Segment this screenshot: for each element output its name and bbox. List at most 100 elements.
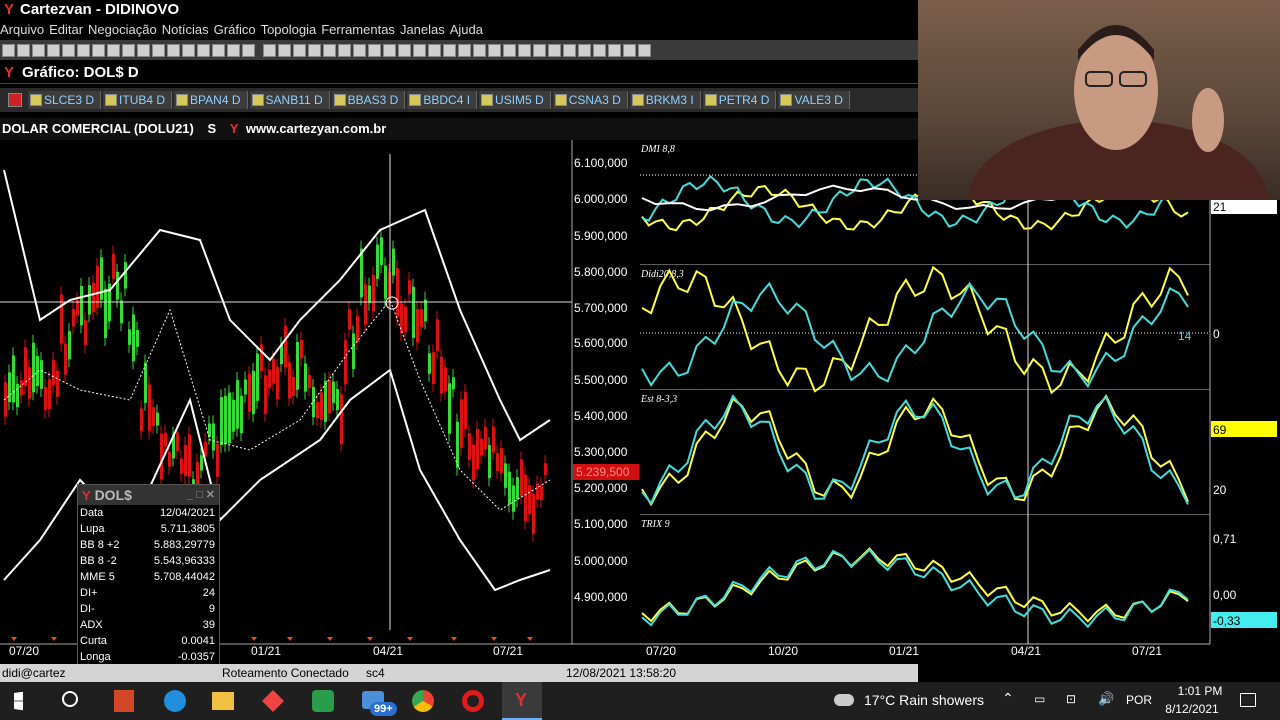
toolbar-button-icon[interactable] — [62, 43, 75, 57]
symbol-tab[interactable]: SANB11 D — [249, 91, 330, 109]
toolbar-button-icon[interactable] — [473, 43, 486, 57]
toolbar-button-icon[interactable] — [92, 43, 105, 57]
toolbar-button-icon[interactable] — [308, 43, 321, 57]
menu-noticias[interactable]: Notícias — [162, 20, 213, 40]
toolbar-button-icon[interactable] — [293, 43, 306, 57]
chart-window-title-bar: Y Gráfico: DOL$ D — [0, 62, 918, 84]
toolbar-button-icon[interactable] — [278, 43, 291, 57]
toolbar-button-icon[interactable] — [338, 43, 351, 57]
toolbar-button-icon[interactable] — [17, 43, 30, 57]
toolbar-button-icon[interactable] — [608, 43, 621, 57]
file-explorer-icon[interactable] — [212, 692, 234, 710]
toolbar-button-icon[interactable] — [212, 43, 225, 57]
toolbar-button-icon[interactable] — [563, 43, 576, 57]
toolbar-button-icon[interactable] — [182, 43, 195, 57]
data-window-header[interactable]: Y DOL$ _ □ ✕ — [78, 485, 219, 505]
metatrader-icon[interactable] — [312, 690, 334, 712]
toolbar-button-icon[interactable] — [197, 43, 210, 57]
office-app-icon[interactable] — [114, 690, 134, 712]
website-label[interactable]: www.cartezyan.com.br — [246, 121, 386, 136]
toolbar-button-icon[interactable] — [32, 43, 45, 57]
search-icon[interactable] — [62, 691, 78, 707]
symbol-tab[interactable]: PETR4 D — [702, 91, 777, 109]
chrome-icon[interactable] — [412, 690, 434, 712]
window-controls-icon[interactable]: _ □ ✕ — [187, 485, 215, 505]
menu-negociacao[interactable]: Negociação — [88, 20, 161, 40]
data-window-value: 5.711,3805 — [160, 523, 215, 535]
cartezyan-taskbar-item[interactable]: Y — [502, 682, 542, 720]
toolbar-button-icon[interactable] — [458, 43, 471, 57]
close-tab-icon[interactable] — [8, 93, 22, 107]
candle-body — [324, 380, 327, 422]
symbol-tab[interactable]: SLCE3 D — [28, 91, 102, 109]
toolbar-button-icon[interactable] — [257, 44, 261, 57]
network-icon[interactable]: ⊡ — [1066, 692, 1076, 706]
weather-text[interactable]: 17°C Rain showers — [864, 692, 984, 708]
symbol-tab[interactable]: USIM5 D — [479, 91, 551, 109]
menu-grafico[interactable]: Gráfico — [214, 20, 260, 40]
edge-browser-icon[interactable] — [164, 690, 186, 712]
data-window[interactable]: Y DOL$ _ □ ✕ Data 12/04/2021 Lupa 5.711,380… — [77, 484, 220, 680]
toolbar-button-icon[interactable] — [137, 43, 150, 57]
toolbar-button-icon[interactable] — [353, 43, 366, 57]
toolbar-button-icon[interactable] — [578, 43, 591, 57]
toolbar-button-icon[interactable] — [548, 43, 561, 57]
toolbar-button-icon[interactable] — [122, 43, 135, 57]
symbol-tab[interactable]: ITUB4 D — [103, 91, 173, 109]
toolbar-button-icon[interactable] — [263, 43, 276, 57]
symbol-tab[interactable]: VALE3 D — [778, 91, 850, 109]
toolbar-button-icon[interactable] — [623, 43, 636, 57]
candle-body — [268, 369, 271, 389]
toolbar-button-icon[interactable] — [443, 43, 456, 57]
toolbar-button-icon[interactable] — [518, 43, 531, 57]
candle-body — [120, 300, 123, 324]
toolbar-button-icon[interactable] — [413, 43, 426, 57]
toolbar-button-icon[interactable] — [227, 43, 240, 57]
toolbar-button-icon[interactable] — [428, 43, 441, 57]
toolbar-button-icon[interactable] — [593, 43, 606, 57]
windows-start-icon[interactable] — [14, 691, 23, 711]
tab-chart-icon — [409, 94, 422, 106]
symbol-tab-label: VALE3 D — [794, 93, 843, 107]
candle-body — [356, 315, 359, 342]
language-indicator[interactable]: POR — [1126, 693, 1152, 707]
tray-chevron-icon[interactable]: ⌃ — [1002, 690, 1014, 707]
toolbar-button-icon[interactable] — [323, 43, 336, 57]
toolbar-button-icon[interactable] — [368, 43, 381, 57]
maps-app-icon[interactable] — [262, 690, 284, 712]
symbol-tab[interactable]: BPAN4 D — [174, 91, 248, 109]
symbol-tab[interactable]: BBDC4 I — [407, 91, 478, 109]
menu-janelas[interactable]: Janelas — [400, 20, 449, 40]
toolbar-button-icon[interactable] — [638, 43, 651, 57]
toolbar-button-icon[interactable] — [107, 43, 120, 57]
toolbar-button-icon[interactable] — [47, 43, 60, 57]
toolbar-button-icon[interactable] — [488, 43, 501, 57]
webcam-overlay — [918, 0, 1280, 200]
menu-ferramentas[interactable]: Ferramentas — [321, 20, 399, 40]
menu-ajuda[interactable]: Ajuda — [450, 20, 487, 40]
toolbar-button-icon[interactable] — [77, 43, 90, 57]
toolbar-button-icon[interactable] — [167, 43, 180, 57]
toolbar-button-icon[interactable] — [242, 43, 255, 57]
toolbar-button-icon[interactable] — [383, 43, 396, 57]
menu-arquivo[interactable]: Arquivo — [0, 20, 48, 40]
symbol-tab[interactable]: BBAS3 D — [331, 91, 406, 109]
toolbar-button-icon[interactable] — [152, 43, 165, 57]
opera-icon[interactable] — [462, 690, 484, 712]
battery-icon[interactable]: ▭ — [1034, 692, 1045, 706]
toolbar-button-icon[interactable] — [533, 43, 546, 57]
toolbar-button-icon[interactable] — [2, 43, 15, 57]
data-window-key: Lupa — [80, 523, 105, 535]
symbol-tab[interactable]: CSNA3 D — [552, 91, 628, 109]
clock-date[interactable]: 8/12/2021 — [1160, 702, 1224, 716]
symbol-tab[interactable]: BRKM3 I — [629, 91, 701, 109]
clock-time[interactable]: 1:01 PM — [1168, 684, 1232, 698]
candle-body — [160, 433, 163, 480]
menu-editar[interactable]: Editar — [49, 20, 87, 40]
volume-icon[interactable]: 🔊 — [1098, 691, 1114, 707]
toolbar-button-icon[interactable] — [503, 43, 516, 57]
app-logo-icon: Y — [4, 1, 15, 18]
toolbar-button-icon[interactable] — [398, 43, 411, 57]
menu-topologia[interactable]: Topologia — [261, 20, 321, 40]
notifications-icon[interactable] — [1240, 693, 1256, 707]
